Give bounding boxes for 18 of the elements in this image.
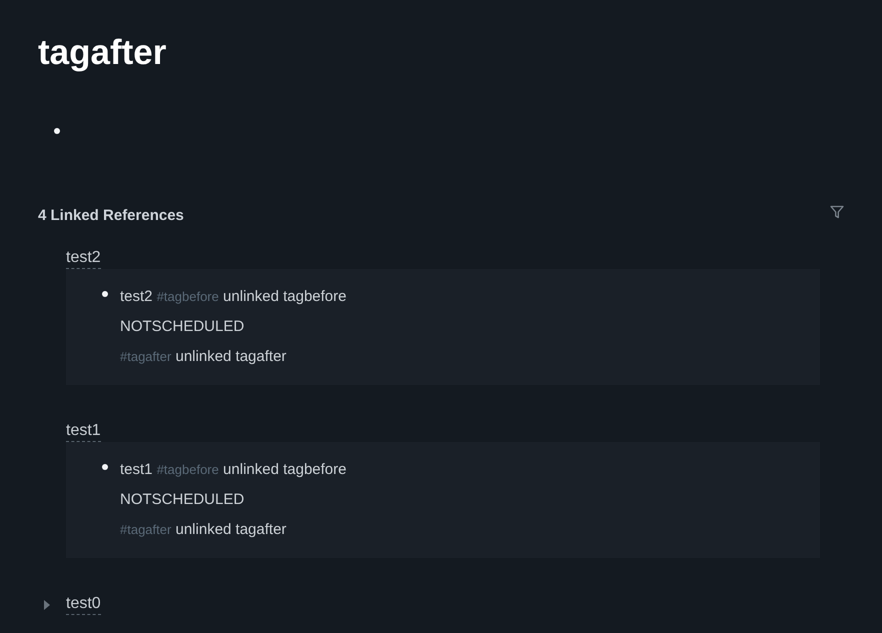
bullet-icon[interactable] <box>54 128 60 134</box>
bullet-icon[interactable] <box>102 464 108 470</box>
tag-link[interactable]: #tagafter <box>120 349 172 364</box>
bullet-icon[interactable] <box>102 291 108 297</box>
tag-link[interactable]: #tagbefore <box>156 289 219 304</box>
block-text: NOTSCHEDULED <box>120 317 244 337</box>
linked-references-title: 4 Linked References <box>38 206 184 224</box>
tag-link[interactable]: #tagafter <box>120 522 172 537</box>
block-text: NOTSCHEDULED <box>120 490 244 510</box>
filter-icon[interactable] <box>830 205 844 219</box>
block-text: test1 #tagbefore unlinked tagbefore <box>120 460 346 480</box>
block-text: test2 #tagbefore unlinked tagbefore <box>120 287 346 307</box>
page-title: tagafter <box>38 32 166 74</box>
caret-icon[interactable] <box>44 600 50 610</box>
block-text: #tagafter unlinked tagafter <box>120 347 286 367</box>
block-text: #tagafter unlinked tagafter <box>120 520 286 540</box>
page-link[interactable]: test0 <box>66 594 101 615</box>
tag-link[interactable]: #tagbefore <box>156 462 219 477</box>
